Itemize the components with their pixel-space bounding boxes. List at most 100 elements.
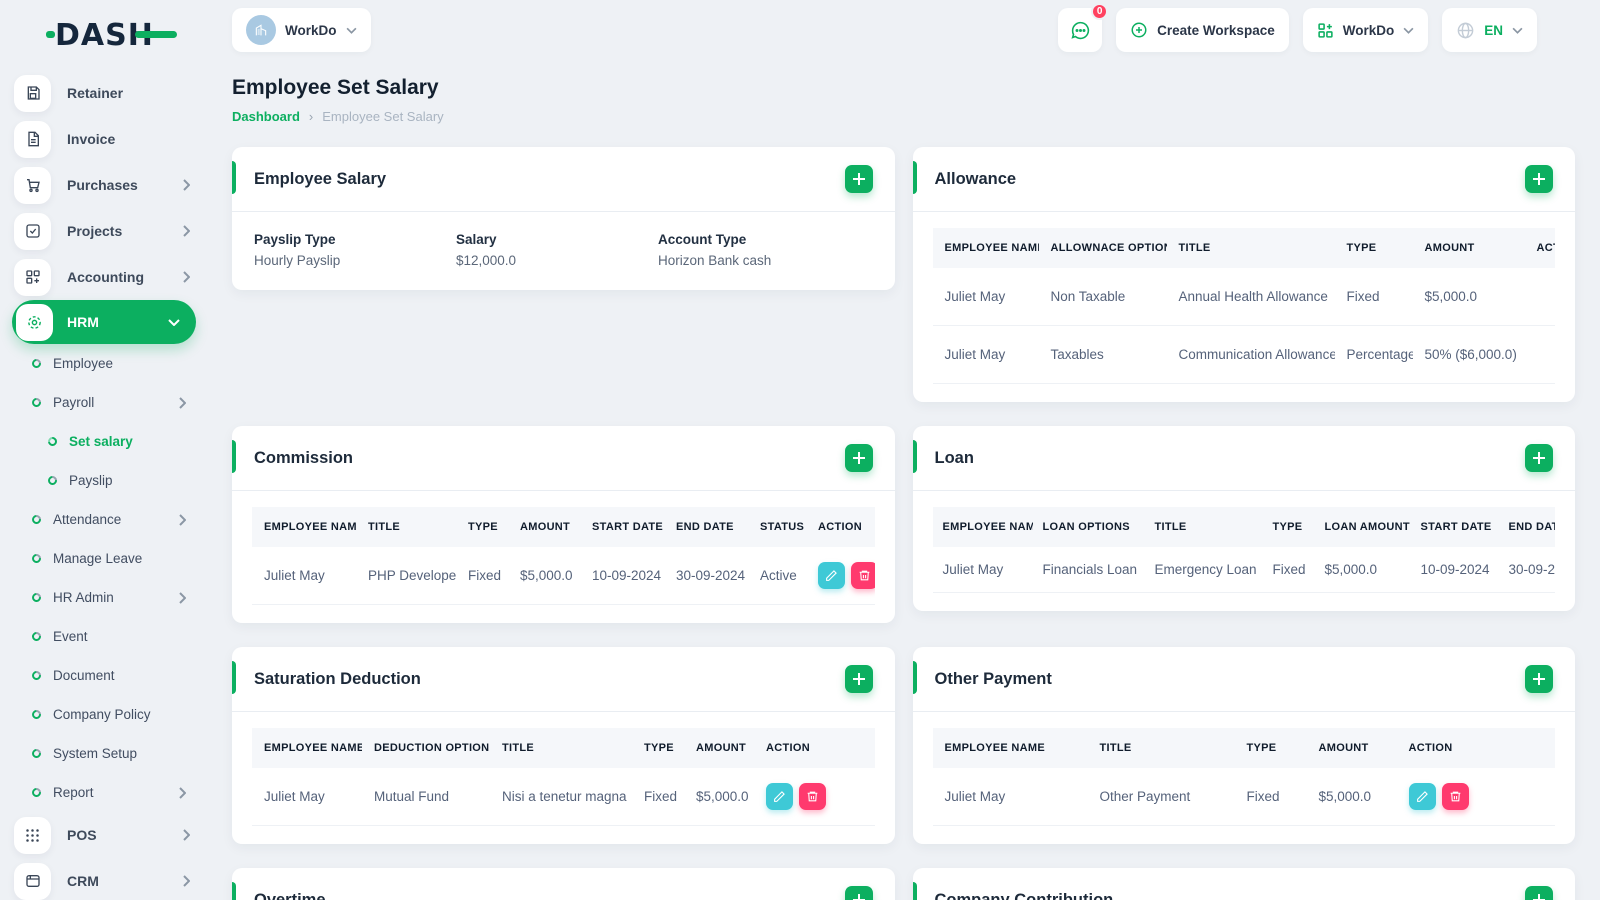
card-title: Allowance xyxy=(934,169,1017,188)
sidebar-item-hr-admin[interactable]: HR Admin xyxy=(0,578,232,617)
sidebar-item-retainer[interactable]: Retainer xyxy=(0,70,232,116)
sidebar-item-payroll[interactable]: Payroll xyxy=(0,383,232,422)
workdo-menu-label: WorkDo xyxy=(1342,22,1395,38)
delete-button[interactable] xyxy=(1441,783,1469,810)
table-row: Juliet May Other Payment Fixed $5,000.0 xyxy=(932,768,1555,826)
cell: Juliet May xyxy=(932,768,1088,826)
sidebar-item-set-salary[interactable]: Set salary xyxy=(0,422,232,461)
field-value: Horizon Bank cash xyxy=(658,253,772,268)
language-label: EN xyxy=(1484,22,1503,38)
delete-button[interactable] xyxy=(851,562,875,589)
cell: Fixed xyxy=(1262,547,1315,593)
allowance-card: Allowance EMPLOYEE NAME ALLOWNACE OPTION… xyxy=(912,147,1575,402)
messages-button[interactable]: 0 xyxy=(1058,3,1109,52)
col-header: EMPLOYEE NAME xyxy=(932,228,1039,268)
col-header: EMPLOYEE NAME xyxy=(252,507,356,547)
add-company-contribution-button[interactable] xyxy=(1525,886,1553,900)
chevron-right-icon xyxy=(182,179,190,191)
language-selector[interactable]: EN xyxy=(1442,8,1537,52)
cell: Mutual Fund xyxy=(362,768,490,826)
sidebar-item-label: Payroll xyxy=(53,395,95,410)
sidebar-item-label: Company Policy xyxy=(53,707,151,722)
card-header: Other Payment xyxy=(912,647,1575,712)
delete-button[interactable] xyxy=(799,783,826,810)
create-workspace-label: Create Workspace xyxy=(1157,22,1275,38)
app-logo[interactable]: DASH xyxy=(46,18,177,53)
card-header: Employee Salary xyxy=(232,147,895,212)
table-row: Juliet May Mutual Fund Nisi a tenetur ma… xyxy=(252,768,875,826)
field-value: $12,000.0 xyxy=(456,253,517,268)
workdo-menu-button[interactable]: WorkDo xyxy=(1302,8,1429,52)
cell: Taxables xyxy=(1038,325,1167,384)
card-title: Saturation Deduction xyxy=(254,669,421,688)
invoice-icon xyxy=(14,120,51,158)
sidebar-item-payslip[interactable]: Payslip xyxy=(0,461,232,500)
bullet-icon xyxy=(30,669,43,682)
sidebar-item-attendance[interactable]: Attendance xyxy=(0,500,232,539)
cards-grid: Employee Salary Payslip Type Hourly Pays… xyxy=(232,147,1575,900)
cell: $5,000.0 xyxy=(1314,547,1411,593)
sidebar-item-event[interactable]: Event xyxy=(0,617,232,656)
commission-card: Commission EMPLOYEE NAME TITLE TYPE AMOU… xyxy=(232,426,895,623)
edit-button[interactable] xyxy=(766,783,793,810)
add-employee-salary-button[interactable] xyxy=(844,165,873,193)
sidebar-item-invoice[interactable]: Invoice xyxy=(0,116,232,162)
sidebar-item-label: Accounting xyxy=(67,269,144,285)
cell: 30-09-2024 xyxy=(1498,547,1555,593)
cell: Fixed xyxy=(632,768,684,826)
cell: Nisi a tenetur magna xyxy=(490,768,632,826)
saturation-deduction-table: EMPLOYEE NAME DEDUCTION OPTION TITLE TYP… xyxy=(252,728,875,826)
table-header-row: EMPLOYEE NAME ALLOWNACE OPTION TITLE TYP… xyxy=(932,228,1555,268)
add-commission-button[interactable] xyxy=(844,444,873,472)
bullet-icon xyxy=(30,630,43,643)
col-header: ACTION xyxy=(754,728,875,768)
sidebar-item-label: Manage Leave xyxy=(53,551,143,566)
overtime-card: Overtime xyxy=(232,868,895,900)
sidebar-item-label: POS xyxy=(67,827,97,843)
card-header: Company Contribution xyxy=(912,868,1576,900)
cell: Juliet May xyxy=(252,547,356,605)
col-header: TYPE xyxy=(1234,728,1307,768)
sidebar-item-label: Purchases xyxy=(67,177,138,193)
sidebar-item-label: HRM xyxy=(67,314,99,330)
table-row: Juliet May PHP Developer Fixed $5,000.0 … xyxy=(252,547,875,605)
sidebar-item-label: Document xyxy=(53,668,115,683)
loan-table: EMPLOYEE NAME LOAN OPTIONS TITLE TYPE LO… xyxy=(932,507,1555,593)
chevron-right-icon xyxy=(182,875,190,887)
edit-button[interactable] xyxy=(818,562,845,589)
add-allowance-button[interactable] xyxy=(1525,165,1553,193)
add-overtime-button[interactable] xyxy=(844,886,873,900)
cell: $5,000.0 xyxy=(684,768,754,826)
create-workspace-button[interactable]: Create Workspace xyxy=(1116,8,1289,52)
breadcrumb-dashboard-link[interactable]: Dashboard xyxy=(232,109,300,124)
page-title: Employee Set Salary xyxy=(232,76,439,99)
sidebar-item-pos[interactable]: POS xyxy=(0,812,232,858)
sidebar-item-purchases[interactable]: Purchases xyxy=(0,162,232,208)
allowance-table-wrap: EMPLOYEE NAME ALLOWNACE OPTION TITLE TYP… xyxy=(932,228,1555,384)
breadcrumb: Dashboard › Employee Set Salary xyxy=(232,109,1575,124)
sidebar-item-report[interactable]: Report xyxy=(0,773,232,812)
sidebar-item-accounting[interactable]: Accounting xyxy=(0,254,232,300)
globe-icon xyxy=(1456,21,1475,40)
chevron-right-icon xyxy=(178,591,186,604)
sidebar-item-label: Projects xyxy=(67,223,123,239)
sidebar-item-document[interactable]: Document xyxy=(0,656,232,695)
add-loan-button[interactable] xyxy=(1525,444,1553,472)
logo-dot-accent xyxy=(46,31,55,38)
card-header: Allowance xyxy=(912,147,1575,212)
sidebar-item-manage-leave[interactable]: Manage Leave xyxy=(0,539,232,578)
workspace-switcher[interactable]: WorkDo xyxy=(232,8,371,52)
sidebar-item-system-setup[interactable]: System Setup xyxy=(0,734,232,773)
sidebar-item-crm[interactable]: CRM xyxy=(0,858,232,900)
sidebar-item-hrm[interactable]: HRM xyxy=(12,300,196,344)
chevron-down-icon xyxy=(1403,27,1414,34)
sidebar-item-employee[interactable]: Employee xyxy=(0,344,232,383)
cart-icon xyxy=(14,166,51,204)
other-payment-card: Other Payment EMPLOYEE NAME TITLE TYPE A… xyxy=(912,647,1575,844)
add-saturation-deduction-button[interactable] xyxy=(844,665,873,693)
sidebar-item-projects[interactable]: Projects xyxy=(0,208,232,254)
edit-button[interactable] xyxy=(1408,783,1436,810)
field-account-type: Account Type Horizon Bank cash xyxy=(658,232,873,268)
sidebar-item-company-policy[interactable]: Company Policy xyxy=(0,695,232,734)
add-other-payment-button[interactable] xyxy=(1525,665,1553,693)
